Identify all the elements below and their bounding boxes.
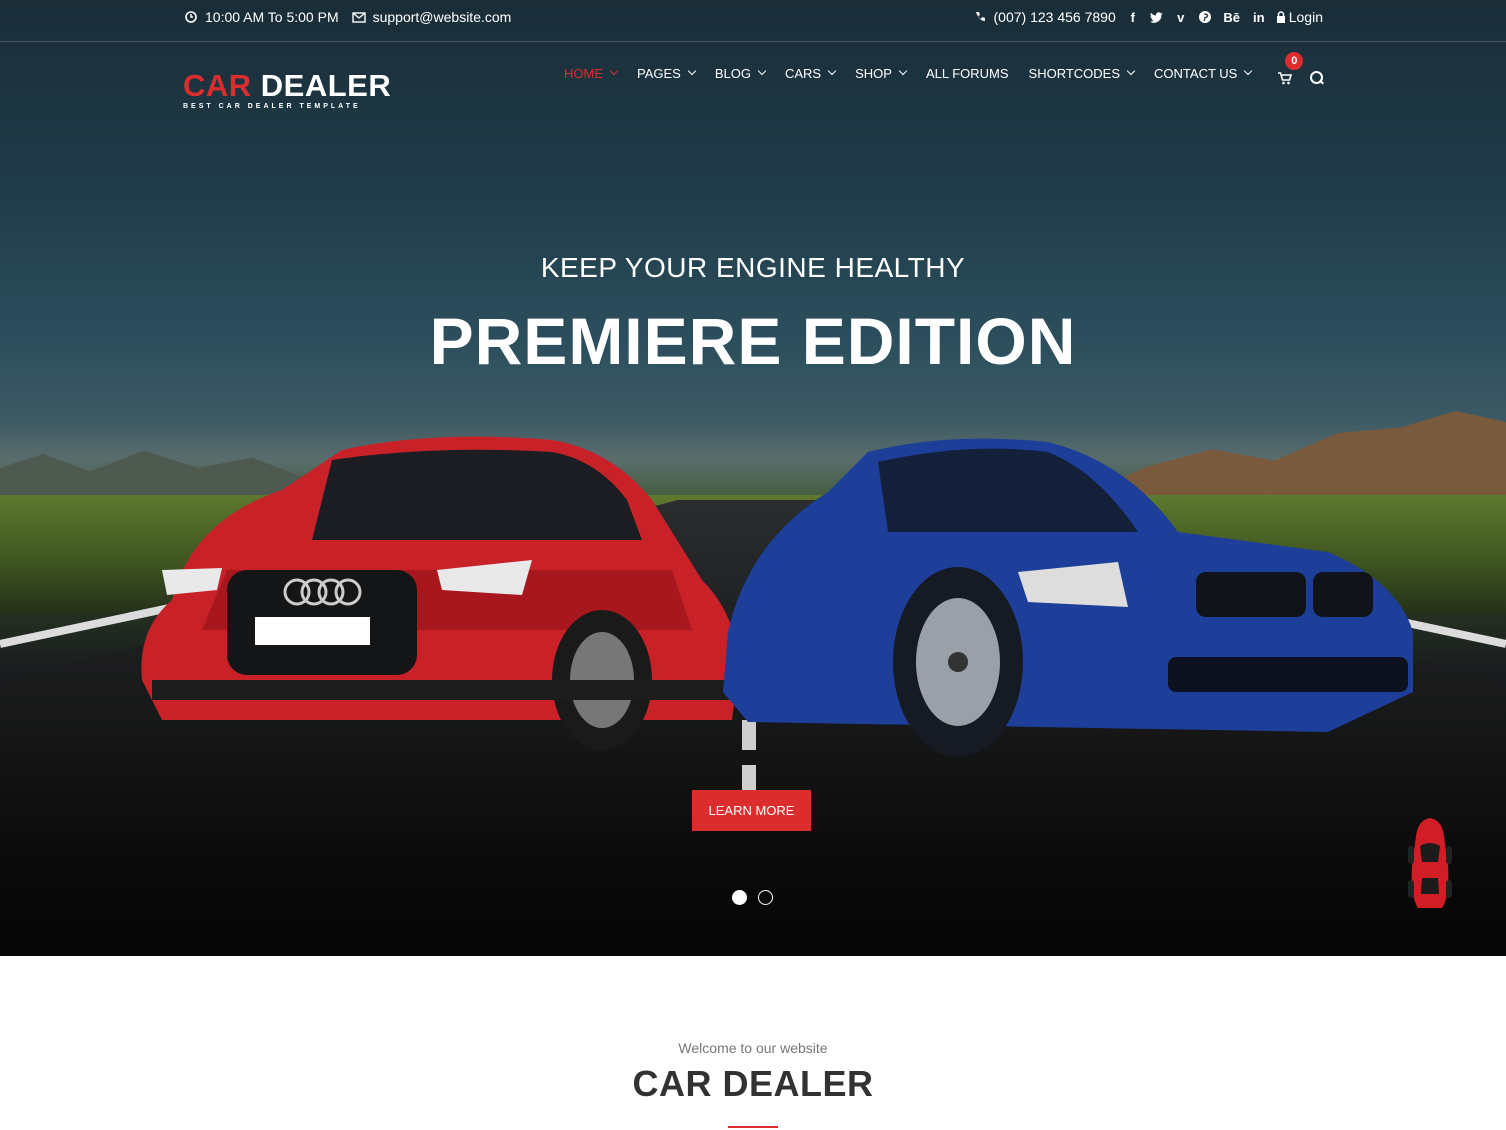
section-title: CAR DEALER (632, 1063, 874, 1104)
login-label: Login (1288, 9, 1323, 25)
nav-shortcodes-label: SHORTCODES (1028, 65, 1121, 81)
nav-all-forums[interactable]: ALL FORUMS (926, 66, 1009, 81)
login-link[interactable]: Login (1276, 9, 1323, 25)
nav-contact-us[interactable]: CONTACT US (1154, 65, 1253, 81)
slider-pagination (732, 890, 784, 905)
site-logo[interactable]: CAR DEALER BEST CAR DEALER TEMPLATE (183, 70, 391, 111)
nav-contact-us-label: CONTACT US (1154, 65, 1238, 81)
top-bar: 10:00 AM To 5:00 PM support@website.com … (0, 0, 1506, 42)
nav-shop[interactable]: SHOP (855, 65, 908, 81)
linkedin-icon[interactable]: in (1252, 9, 1266, 25)
phone-icon (972, 9, 988, 25)
chevron-down-icon (1126, 66, 1136, 76)
facebook-icon[interactable]: f (1126, 9, 1140, 25)
top-bar-right: (007) 123 456 7890 f v Bē in Login (972, 9, 1323, 25)
learn-more-button[interactable]: LEARN MORE (692, 790, 811, 831)
hero-headline: PREMIERE EDITION (429, 304, 1077, 378)
blue-car-image (723, 438, 1413, 757)
logo-dealer-text: DEALER (260, 68, 392, 103)
nav-cars[interactable]: CARS (784, 65, 837, 81)
logo-tagline: BEST CAR DEALER TEMPLATE (183, 103, 361, 110)
chevron-down-icon (1244, 66, 1253, 76)
logo-car-text: CAR (183, 68, 252, 103)
nav-blog-label: BLOG (714, 65, 751, 81)
chevron-down-icon (687, 66, 697, 76)
main-navigation: HOME PAGES BLOG CARS SHOP ALL FORUMS SHO… (564, 52, 1325, 88)
phone-number[interactable]: (007) 123 456 7890 (994, 9, 1116, 25)
logo-wordmark: CAR DEALER (183, 70, 391, 102)
nav-pages[interactable]: PAGES (637, 65, 697, 81)
slider-dot-2[interactable] (758, 890, 773, 905)
nav-home[interactable]: HOME (564, 65, 619, 81)
chevron-down-icon (609, 66, 619, 76)
twitter-icon[interactable] (1150, 9, 1164, 25)
nav-cars-label: CARS (784, 65, 822, 81)
cart-count-badge: 0 (1285, 52, 1304, 70)
slider-dot-1[interactable] (732, 890, 747, 905)
red-car-image (141, 436, 738, 750)
shopping-cart-icon (1278, 71, 1293, 84)
nav-pages-label: PAGES (637, 65, 681, 81)
title-divider (728, 1126, 778, 1128)
chevron-down-icon (757, 66, 767, 76)
nav-home-label: HOME (564, 65, 603, 81)
chevron-down-icon (827, 66, 837, 76)
pinterest-icon[interactable] (1198, 9, 1212, 25)
clock-icon (183, 9, 199, 25)
top-bar-left: 10:00 AM To 5:00 PM support@website.com (183, 9, 523, 25)
chevron-down-icon (898, 66, 908, 76)
hero-slider: 10:00 AM To 5:00 PM support@website.com … (0, 0, 1506, 956)
welcome-text: Welcome to our website (678, 1040, 828, 1056)
nav-blog[interactable]: BLOG (714, 65, 767, 81)
hero-subtitle: KEEP YOUR ENGINE HEALTHY (540, 252, 966, 283)
envelope-icon (351, 9, 367, 25)
behance-icon[interactable]: Bē (1222, 9, 1242, 25)
nav-shortcodes[interactable]: SHORTCODES (1028, 65, 1136, 81)
back-to-top-car-icon[interactable] (1406, 816, 1454, 912)
nav-all-forums-label: ALL FORUMS (925, 65, 1009, 81)
vimeo-icon[interactable]: v (1174, 9, 1188, 25)
cart-button[interactable]: 0 (1275, 52, 1304, 88)
search-icon[interactable] (1309, 70, 1325, 86)
nav-shop-label: SHOP (855, 65, 892, 81)
lock-icon (1276, 11, 1286, 23)
support-email-link[interactable]: support@website.com (373, 9, 512, 25)
business-hours: 10:00 AM To 5:00 PM (205, 9, 339, 25)
